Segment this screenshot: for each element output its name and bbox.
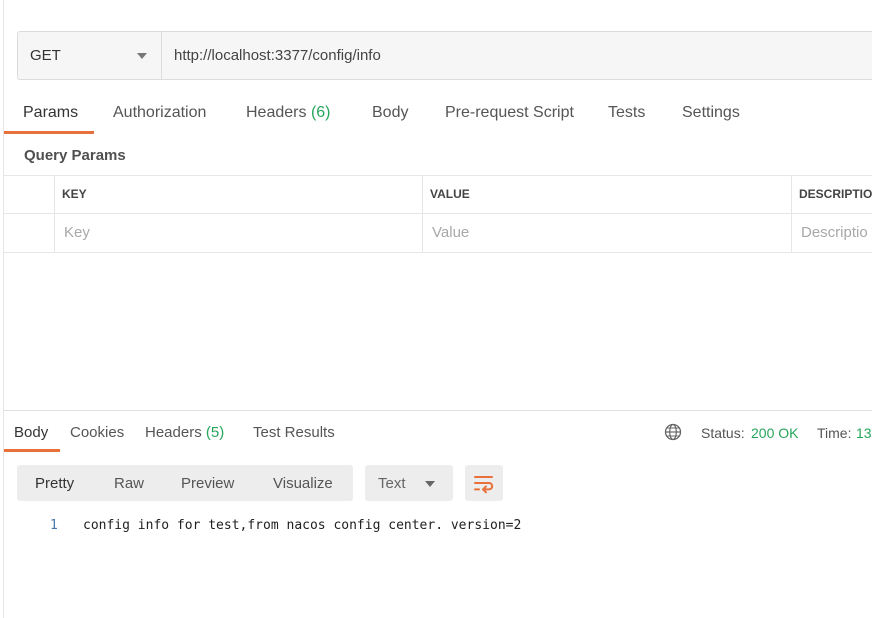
status-label: Status:: [701, 425, 745, 441]
language-label: Text: [378, 475, 406, 492]
view-mode-visualize[interactable]: Visualize: [273, 475, 333, 492]
response-body-line[interactable]: config info for test,from nacos config c…: [83, 518, 521, 533]
column-header-description: DESCRIPTIO: [799, 187, 872, 201]
tab-headers[interactable]: Headers (6): [246, 104, 331, 122]
chevron-down-icon: [425, 481, 435, 487]
view-mode-preview[interactable]: Preview: [181, 475, 234, 492]
response-tab-headers-label: Headers: [145, 424, 202, 441]
wrap-lines-icon: [474, 476, 494, 494]
wrap-lines-button[interactable]: [465, 465, 503, 501]
method-label: GET: [30, 47, 61, 64]
response-tab-cookies[interactable]: Cookies: [70, 424, 124, 441]
tab-authorization[interactable]: Authorization: [113, 104, 206, 122]
time-label: Time:: [817, 425, 852, 441]
tab-authorization-label: Authorization: [113, 104, 207, 121]
response-tab-test-results[interactable]: Test Results: [253, 424, 335, 441]
response-tab-cookies-label: Cookies: [70, 424, 125, 441]
tab-params-label: Params: [23, 104, 79, 121]
view-mode-raw[interactable]: Raw: [114, 475, 144, 492]
tab-body-label: Body: [372, 104, 409, 121]
url-input[interactable]: http://localhost:3377/config/info: [174, 47, 381, 64]
status-value[interactable]: 200 OK: [751, 425, 798, 441]
table-header-divider: [3, 213, 872, 214]
response-divider[interactable]: [3, 410, 872, 411]
request-url-bar: GET http://localhost:3377/config/info: [17, 31, 872, 80]
line-number: 1: [50, 518, 58, 533]
tab-settings-label: Settings: [682, 104, 740, 121]
tab-headers-count: (6): [310, 104, 331, 121]
chevron-down-icon: [137, 53, 147, 59]
column-header-value: VALUE: [430, 187, 470, 201]
response-tab-body[interactable]: Body: [14, 424, 48, 441]
left-border: [3, 0, 4, 618]
response-tab-test-results-label: Test Results: [253, 424, 335, 441]
view-mode-pretty[interactable]: Pretty: [35, 475, 74, 492]
response-tab-body-label: Body: [14, 424, 49, 441]
table-border-bottom: [3, 252, 872, 253]
globe-icon[interactable]: [664, 423, 682, 441]
tab-headers-label: Headers: [246, 104, 307, 121]
query-params-table: KEY VALUE DESCRIPTIO Key Value Descripti…: [3, 175, 872, 253]
tab-params[interactable]: Params: [23, 104, 78, 122]
response-tab-headers-count: (5): [205, 424, 225, 441]
response-tab-headers[interactable]: Headers (5): [145, 424, 224, 441]
view-mode-selector: Pretty Raw Preview Visualize: [17, 465, 353, 501]
active-tab-indicator: [4, 131, 94, 134]
tab-body[interactable]: Body: [372, 104, 408, 122]
time-value[interactable]: 13: [856, 425, 872, 441]
language-select[interactable]: Text: [365, 465, 453, 501]
column-divider: [422, 175, 423, 253]
column-divider: [791, 175, 792, 253]
value-input[interactable]: Value: [432, 224, 469, 241]
query-params-title: Query Params: [24, 147, 126, 164]
tab-pre-request-script[interactable]: Pre-request Script: [445, 104, 574, 122]
tab-settings[interactable]: Settings: [682, 104, 740, 122]
table-border-top: [3, 175, 872, 176]
tab-tests[interactable]: Tests: [608, 104, 645, 122]
column-divider: [54, 175, 55, 253]
active-response-tab-indicator: [4, 449, 60, 452]
tab-pre-request-script-label: Pre-request Script: [445, 104, 574, 121]
column-header-key: KEY: [62, 187, 87, 201]
description-input[interactable]: Descriptio: [801, 224, 868, 241]
tab-tests-label: Tests: [608, 104, 646, 121]
method-select[interactable]: GET: [18, 32, 162, 79]
key-input[interactable]: Key: [64, 224, 90, 241]
